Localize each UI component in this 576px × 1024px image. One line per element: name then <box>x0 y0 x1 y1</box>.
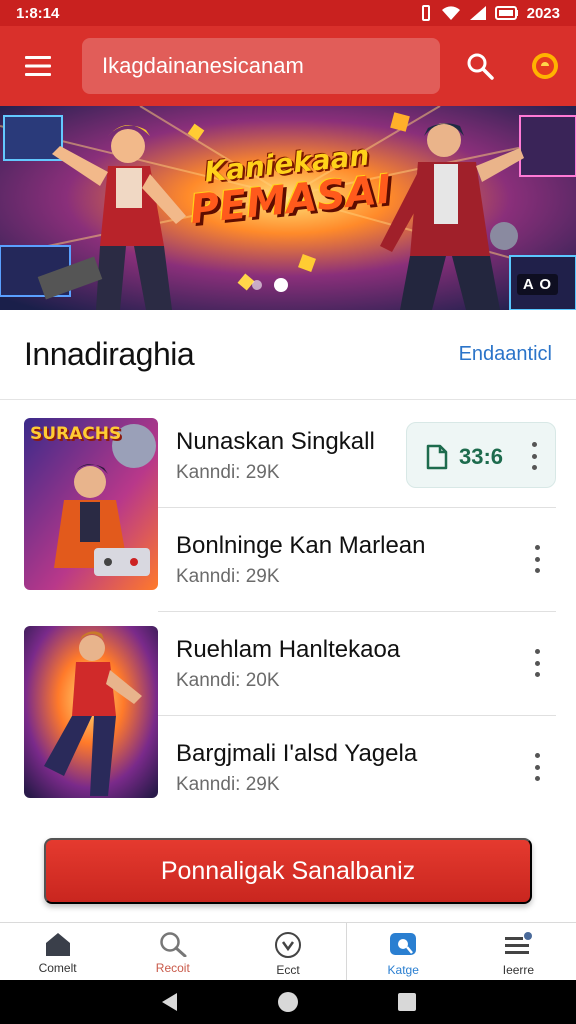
carousel-dot-active[interactable] <box>274 278 288 292</box>
system-nav-bar <box>0 980 576 1024</box>
list-item-title: Nunaskan Singkall <box>176 428 375 455</box>
nav-item-explore[interactable]: Ecct <box>230 923 345 980</box>
status-icons: 2023 <box>419 5 560 22</box>
coin-button[interactable] <box>520 26 570 106</box>
primary-action-button[interactable]: Ponnaligak Sanalbaniz <box>44 838 532 904</box>
chevron-circle-icon <box>275 932 301 958</box>
more-options-button[interactable] <box>525 439 543 473</box>
coin-icon <box>532 53 558 79</box>
file-icon <box>426 444 448 470</box>
home-circle-icon[interactable] <box>276 990 300 1014</box>
chat-icon <box>390 933 417 955</box>
game-thumbnail[interactable]: SURACHS <box>24 418 158 590</box>
list-item-subtitle: Kanndi: 29K <box>176 462 280 483</box>
list-item-subtitle: Kanndi: 20K <box>176 670 280 691</box>
nav-item-more[interactable]: Ieerre <box>461 923 576 980</box>
search-icon <box>160 932 187 957</box>
recents-icon[interactable] <box>397 992 417 1012</box>
status-bar: 1:8:14 2023 <box>0 0 576 26</box>
status-time: 1:8:14 <box>16 4 60 22</box>
search-input-text: Ikagdainanesicanam <box>102 53 304 78</box>
app-bar: Ikagdainanesicanam <box>0 26 576 106</box>
list-item[interactable]: Nunaskan Singkall Kanndi: 29K 33:6 <box>158 404 556 508</box>
wifi-icon <box>441 6 460 20</box>
vibrate-icon <box>421 5 430 21</box>
carousel-dot[interactable] <box>252 280 262 290</box>
menu-button[interactable] <box>0 26 76 106</box>
carousel-indicator <box>252 278 288 292</box>
list-item[interactable]: Bonlninge Kan Marlean Kanndi: 29K <box>158 508 556 612</box>
search-input[interactable]: Ikagdainanesicanam <box>82 38 440 94</box>
nav-label: Recoit <box>155 961 190 975</box>
nav-label: Comelt <box>38 961 77 975</box>
download-size-chip[interactable]: 33:6 <box>406 422 556 488</box>
back-icon[interactable] <box>159 991 179 1013</box>
list-item-subtitle: Kanndi: 29K <box>176 774 280 795</box>
game-cover-art <box>24 626 158 798</box>
nav-label: Ecct <box>276 963 300 977</box>
nav-item-recent[interactable]: Recoit <box>115 923 230 980</box>
more-options-button[interactable] <box>528 542 546 576</box>
game-thumbnail-caption: SURACHS <box>30 424 122 444</box>
section-header: Innadiraghia Endaanticl <box>0 310 576 400</box>
search-icon <box>467 53 494 80</box>
section-see-all-link[interactable]: Endaanticl <box>459 343 552 366</box>
hamburger-icon <box>25 56 51 76</box>
nav-label: Ieerre <box>502 963 535 977</box>
promo-banner[interactable]: Kaniekaan PEMASAI A O <box>0 106 576 310</box>
battery-text: 2023 <box>526 4 560 22</box>
game-thumbnail[interactable] <box>24 626 158 798</box>
nav-item-chat[interactable]: Katge <box>345 923 461 981</box>
home-icon <box>45 933 70 956</box>
list-item-title: Bargjmali I'alsd Yagela <box>176 740 418 767</box>
list-item[interactable]: Bargjmali I'alsd Yagela Kanndi: 29K <box>158 716 556 820</box>
signal-icon <box>469 6 486 20</box>
nav-label: Katge <box>387 963 419 977</box>
download-size-text: 33:6 <box>459 444 504 469</box>
nav-item-home[interactable]: Comelt <box>0 923 115 980</box>
more-options-button[interactable] <box>528 646 546 680</box>
search-button[interactable] <box>440 26 520 106</box>
list-item[interactable]: Ruehlam Hanltekaoa Kanndi: 20K <box>158 612 556 716</box>
list-item-title: Ruehlam Hanltekaoa <box>176 636 401 663</box>
list-item-subtitle: Kanndi: 29K <box>176 566 280 587</box>
section-title: Innadiraghia <box>24 336 195 372</box>
list-item-title: Bonlninge Kan Marlean <box>176 532 426 559</box>
banner-badge: A O <box>516 274 558 295</box>
more-options-button[interactable] <box>528 750 546 784</box>
bottom-nav: Comelt Recoit Ecct Katge Ieerre <box>0 922 576 981</box>
battery-icon <box>494 6 518 20</box>
menu-profile-icon <box>505 932 533 954</box>
